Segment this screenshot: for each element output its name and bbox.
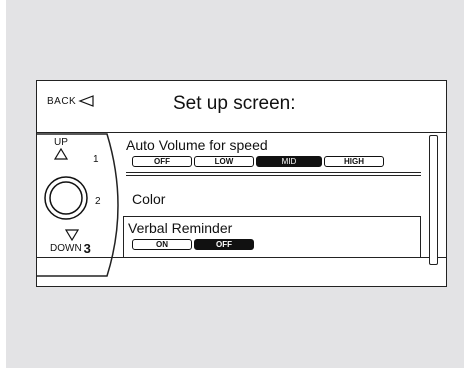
down-label: DOWN [50,243,82,254]
divider [126,175,421,176]
up-button[interactable]: UP [53,137,69,163]
verbal-reminder-option-off[interactable]: OFF [194,239,254,250]
scrollbar[interactable] [429,135,438,265]
verbal-reminder-option-on[interactable]: ON [132,239,192,250]
menu-item-verbal-reminder[interactable]: Verbal Reminder [128,220,232,236]
position-1-label: 1 [93,154,99,165]
triangle-up-icon [53,147,69,160]
auto-volume-options: OFF LOW MID HIGH [132,156,386,167]
auto-volume-option-high[interactable]: HIGH [324,156,384,167]
auto-volume-option-low[interactable]: LOW [194,156,254,167]
auto-volume-option-off[interactable]: OFF [132,156,192,167]
rotary-knob-icon[interactable] [43,175,89,221]
position-2-label: 2 [95,196,101,207]
menu-item-color[interactable]: Color [132,191,165,207]
position-3-label: 3 [83,241,91,256]
divider [126,172,421,173]
page-title: Set up screen: [173,93,296,114]
up-label: UP [54,137,68,148]
menu-item-auto-volume[interactable]: Auto Volume for speed [126,137,268,153]
setup-screen: BACK Set up screen: UP 1 2 DOWN 3 Auto V… [36,80,447,287]
screen-footer-line [37,257,446,258]
triangle-down-icon [65,229,80,242]
auto-volume-option-mid[interactable]: MID [256,156,322,167]
down-button[interactable]: DOWN 3 [50,229,91,256]
verbal-reminder-options: ON OFF [132,239,256,250]
